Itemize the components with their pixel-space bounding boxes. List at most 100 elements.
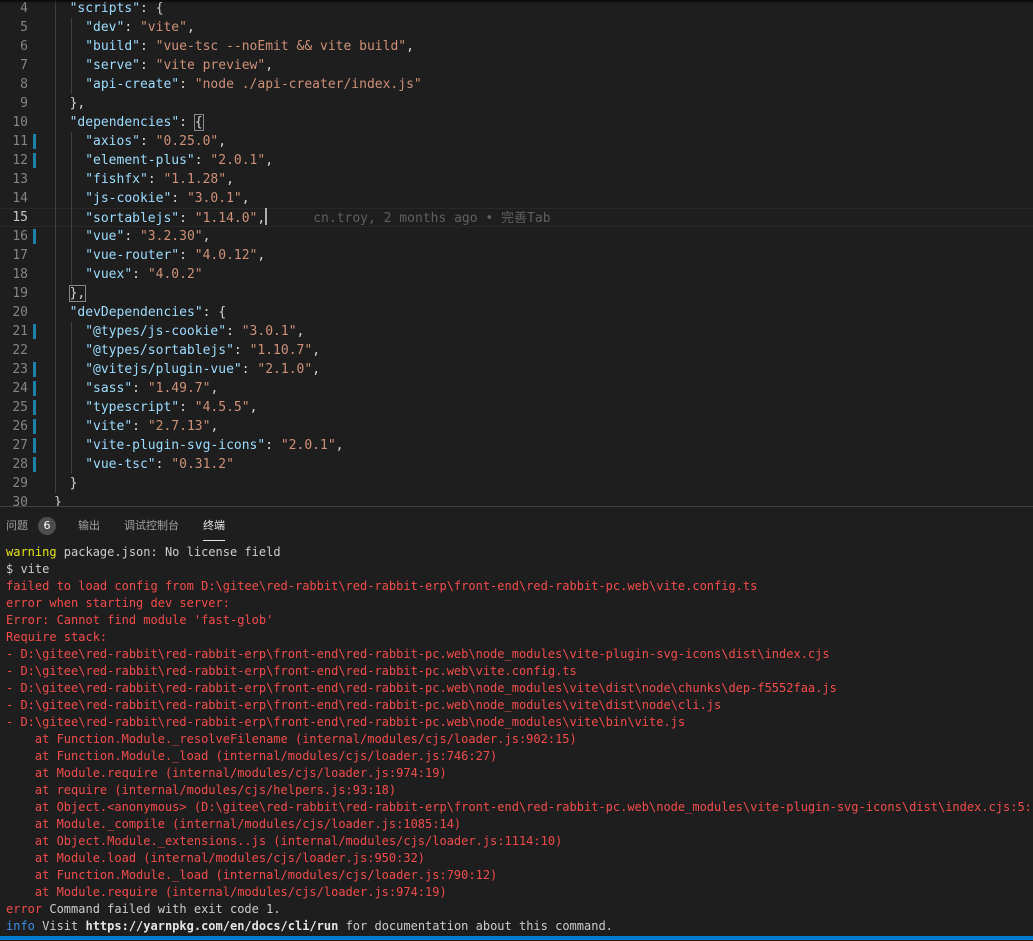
line-number: 23 — [12, 362, 28, 377]
line-number: 30 — [12, 495, 28, 506]
line-number: 7 — [20, 58, 28, 73]
json-value: "vite" — [139, 20, 187, 35]
code-line[interactable]: 7 "serve": "vite preview", — [0, 56, 1033, 75]
terminal-output[interactable]: warning package.json: No license field $ … — [6, 544, 1033, 935]
code-line[interactable]: 27 "vite-plugin-svg-icons": "2.0.1", — [0, 436, 1033, 455]
tab-output[interactable]: 输出 — [78, 516, 100, 536]
json-key: "sortablejs" — [85, 211, 180, 226]
code-line[interactable]: 16 "vue": "3.2.30", — [0, 227, 1033, 246]
code-editor[interactable]: 4 "scripts": {5 "dev": "vite", 6 "build": "v… — [0, 0, 1033, 506]
code-text: "sortablejs": "1.14.0", cn.troy, 2 months… — [85, 208, 551, 228]
code-lines[interactable]: 4 "scripts": {5 "dev": "vite", 6 "build": "v… — [0, 0, 1033, 506]
terminal-line: at Module.require (internal/modules/cjs/… — [6, 765, 1031, 782]
json-key: "vite-plugin-svg-icons" — [85, 438, 266, 453]
code-line[interactable]: 28 "vue-tsc": "0.31.2" — [0, 455, 1033, 474]
json-value: "0.25.0" — [155, 134, 219, 149]
code-text: } — [70, 474, 78, 493]
code-line[interactable]: 22 "@types/sortablejs": "1.10.7", — [0, 341, 1033, 360]
json-key: "dependencies" — [69, 115, 180, 130]
bracket: { — [218, 305, 227, 320]
code-line[interactable]: 15 "sortablejs": "1.14.0", cn.troy, 2 mont… — [0, 208, 1033, 227]
code-text: "sass": "1.49.7", — [85, 381, 219, 396]
json-value: "1.1.28" — [163, 172, 227, 187]
code-line[interactable]: 12 "element-plus": "2.0.1", — [0, 151, 1033, 170]
json-key: "axios" — [85, 134, 140, 149]
indent-guide — [70, 417, 72, 436]
indent-guide — [55, 474, 56, 493]
code-text: }, — [70, 94, 86, 113]
code-text: "dependencies": { — [69, 114, 204, 131]
indent-guide — [70, 18, 72, 37]
code-line[interactable]: 21 "@types/js-cookie": "3.0.1", — [0, 322, 1033, 341]
tab-label: 终端 — [203, 519, 225, 532]
indent-guide — [55, 94, 56, 113]
error-text: - D:\gitee\red-rabbit\red-rabbit-erp\fro… — [6, 698, 722, 712]
error-text: at Function.Module._load (internal/modul… — [6, 749, 498, 763]
code-line[interactable]: 10 "dependencies": { — [0, 113, 1033, 132]
code-line[interactable]: 30} — [0, 493, 1033, 506]
code-line[interactable]: 14 "js-cookie": "3.0.1", — [0, 189, 1033, 208]
code-line[interactable]: 13 "fishfx": "1.1.28", — [0, 170, 1033, 189]
code-line[interactable]: 18 "vuex": "4.0.2" — [0, 265, 1033, 284]
indent-guide — [55, 398, 56, 417]
bracket: } — [54, 495, 62, 506]
json-value: "1.10.7" — [249, 343, 313, 358]
terminal-line: - D:\gitee\red-rabbit\red-rabbit-erp\fro… — [6, 646, 1031, 663]
indent-guide — [70, 56, 72, 75]
code-line[interactable]: 5 "dev": "vite", — [0, 18, 1033, 37]
line-number: 17 — [12, 248, 28, 263]
tab-problems[interactable]: 问题 6 — [6, 516, 56, 536]
git-blame-annotation: cn.troy, 2 months ago • 完善Tab — [313, 211, 551, 226]
code-text: "element-plus": "2.0.1", — [85, 153, 274, 168]
json-value: "vite preview" — [155, 58, 266, 73]
indent-guide — [70, 322, 72, 341]
line-text: $ vite — [6, 562, 50, 576]
terminal-line: - D:\gitee\red-rabbit\red-rabbit-erp\fro… — [6, 663, 1031, 680]
json-key: "vite" — [85, 419, 133, 434]
code-line[interactable]: 29} — [0, 474, 1033, 493]
json-key: "sass" — [85, 381, 133, 396]
code-line[interactable]: 26 "vite": "2.7.13", — [0, 417, 1033, 436]
code-text: } — [54, 493, 62, 506]
json-value: "1.49.7" — [147, 381, 211, 396]
code-text: }, — [68, 284, 87, 303]
docs-link[interactable]: https://yarnpkg.com/en/docs/cli/run — [85, 919, 338, 933]
indent-guide — [70, 360, 72, 379]
indent-guide — [70, 341, 72, 360]
terminal-line: warning package.json: No license field — [6, 544, 1031, 561]
indent-guide — [55, 37, 56, 56]
error-text: Require stack: — [6, 630, 108, 644]
error-text: - D:\gitee\red-rabbit\red-rabbit-erp\fro… — [6, 664, 577, 678]
indent-guide — [55, 417, 56, 436]
code-line[interactable]: 8 "api-create": "node ./api-creater/index… — [0, 75, 1033, 94]
code-line[interactable]: 25 "typescript": "4.5.5", — [0, 398, 1033, 417]
code-line[interactable]: 20 "devDependencies": { — [0, 303, 1033, 322]
indent-guide — [55, 170, 56, 189]
json-key: "vue-router" — [85, 248, 180, 263]
error-text: at Module.load (internal/modules/cjs/loa… — [6, 851, 426, 865]
git-modified-marker — [33, 229, 36, 244]
code-line[interactable]: 11 "axios": "0.25.0", — [0, 132, 1033, 151]
line-number: 16 — [12, 229, 28, 244]
code-text: "dev": "vite", — [85, 20, 195, 35]
code-text: "vue-router": "4.0.12", — [85, 248, 266, 263]
tab-terminal[interactable]: 终端 — [203, 516, 225, 541]
tab-debug-console[interactable]: 调试控制台 — [124, 516, 179, 536]
error-text: at Function.Module._resolveFilename (int… — [6, 732, 577, 746]
code-text: "serve": "vite preview", — [85, 58, 274, 73]
line-number: 25 — [12, 400, 28, 415]
line-number: 13 — [12, 172, 28, 187]
code-line[interactable]: 9}, — [0, 94, 1033, 113]
code-line[interactable]: 23 "@vitejs/plugin-vue": "2.1.0", — [0, 360, 1033, 379]
bracket: } — [69, 476, 78, 491]
indent-guide — [55, 265, 56, 284]
code-line[interactable]: 6 "build": "vue-tsc --noEmit && vite buil… — [0, 37, 1033, 56]
code-line[interactable]: 24 "sass": "1.49.7", — [0, 379, 1033, 398]
line-number: 18 — [12, 267, 28, 282]
indent-guide — [70, 455, 72, 474]
code-line[interactable]: 17 "vue-router": "4.0.12", — [0, 246, 1033, 265]
line-number: 12 — [12, 153, 28, 168]
json-value: "2.1.0" — [257, 362, 313, 377]
terminal-line: error when starting dev server: — [6, 595, 1031, 612]
code-line[interactable]: 19}, — [0, 284, 1033, 303]
